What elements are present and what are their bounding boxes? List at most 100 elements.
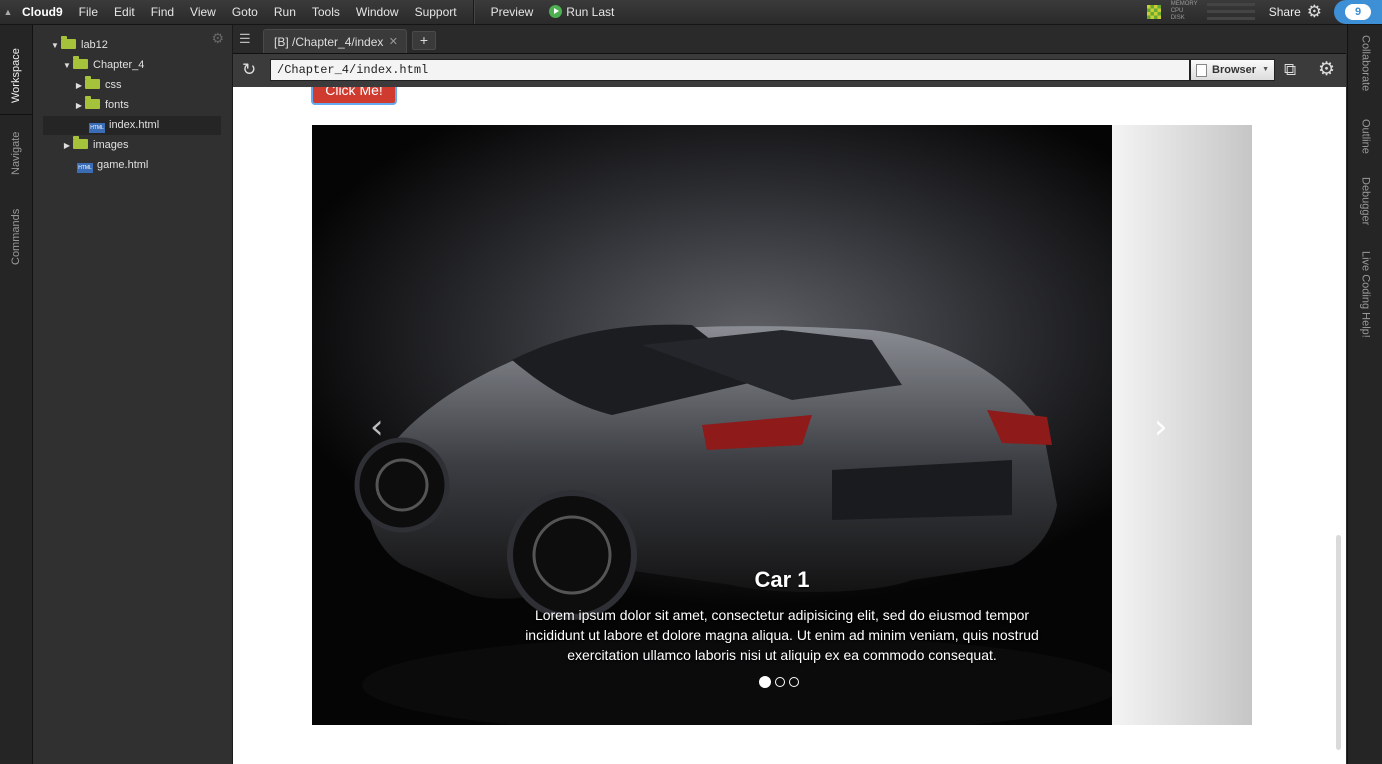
tree-item-label: game.html <box>97 159 149 171</box>
tab-browser-index[interactable]: [B] /Chapter_4/index ✕ <box>263 29 407 53</box>
carousel-indicator[interactable] <box>775 677 785 687</box>
carousel-indicator[interactable] <box>789 677 799 687</box>
run-last-label: Run Last <box>566 5 615 19</box>
meter-memory: MEMORY <box>1171 1 1261 8</box>
editor-pane: ☰ [B] /Chapter_4/index ✕ + ↻ /Chapter_4/… <box>233 25 1346 764</box>
tab-live-coding-help-label: Live Coding Help! <box>1359 251 1372 338</box>
tab-debugger-label: Debugger <box>1359 177 1372 226</box>
tab-commands[interactable]: Commands <box>0 185 32 265</box>
tree-item-label: images <box>93 139 129 151</box>
menu-edit[interactable]: Edit <box>106 0 143 24</box>
tab-outline[interactable]: Outline <box>1348 119 1382 154</box>
carousel-caption-text: Lorem ipsum dolor sit amet, consectetur … <box>525 607 1039 663</box>
menu-support[interactable]: Support <box>407 0 465 24</box>
browser-select-label: Browser <box>1212 64 1257 76</box>
carousel-indicator[interactable] <box>759 676 771 688</box>
meter-memory-label: MEMORY <box>1170 1 1198 7</box>
meter-cpu: CPU <box>1171 8 1261 15</box>
folder-icon <box>61 36 76 49</box>
menu-window[interactable]: Window <box>348 0 407 24</box>
browser-select[interactable]: Browser ▼ <box>1190 59 1275 81</box>
close-tab-icon[interactable]: ✕ <box>389 30 398 54</box>
html-file-icon: HTML <box>77 163 93 173</box>
meter-memory-bar <box>1206 3 1255 6</box>
page-scrollbar[interactable] <box>1336 535 1341 750</box>
tab-navigate-label: Navigate <box>10 131 22 175</box>
preview-page: Click Me! ‹ › Car 1 Lorem ipsum dolor si… <box>233 87 1346 764</box>
carousel-prev-icon[interactable]: ‹ <box>370 407 384 447</box>
preferences-gear-icon[interactable]: ⚙ <box>1307 2 1322 22</box>
folder-icon <box>73 136 88 149</box>
tree-item-css[interactable]: ▶ css <box>43 76 251 95</box>
meter-cpu-bar <box>1206 10 1255 13</box>
menu-bar: ▲ Cloud9 File Edit Find View Goto Run To… <box>0 0 1382 25</box>
collapsed-arrow-icon[interactable]: ▶ <box>73 96 85 115</box>
html-file-icon: HTML <box>89 123 105 133</box>
run-last-button[interactable]: Run Last <box>541 0 622 24</box>
folder-icon <box>73 56 88 69</box>
left-panel-tabs: Workspace Navigate Commands <box>0 25 33 764</box>
preview-button[interactable]: Preview <box>483 0 542 24</box>
reload-icon[interactable]: ↻ <box>242 60 256 80</box>
status-flag-icon[interactable] <box>1146 5 1161 19</box>
tab-list-menu-icon[interactable]: ☰ <box>239 31 251 47</box>
tree-item-lab12[interactable]: ▼ lab12 <box>43 36 227 55</box>
folder-icon <box>85 76 100 89</box>
carousel-caption-title: Car 1 <box>754 567 810 592</box>
meter-disk-label: DISK <box>1170 15 1185 21</box>
expanded-arrow-icon[interactable]: ▼ <box>49 36 61 55</box>
tab-debugger[interactable]: Debugger <box>1348 177 1382 225</box>
carousel-next-icon[interactable]: › <box>1154 407 1168 447</box>
collapsed-arrow-icon[interactable]: ▶ <box>73 76 85 95</box>
tab-outline-label: Outline <box>1359 119 1372 154</box>
folder-icon <box>85 96 100 109</box>
cloud9-account-button[interactable]: 9 <box>1334 0 1382 24</box>
tree-item-label: fonts <box>105 99 129 111</box>
tree-item-chapter4[interactable]: ▼ Chapter_4 <box>43 56 239 75</box>
resource-meters: MEMORY CPU DISK <box>1171 1 1261 23</box>
collapsed-arrow-icon[interactable]: ▶ <box>61 136 73 155</box>
share-button[interactable]: Share <box>1269 5 1301 19</box>
cloud-icon: 9 <box>1345 4 1371 20</box>
browser-settings-gear-icon[interactable]: ⚙ <box>1318 58 1335 81</box>
menu-right-area: MEMORY CPU DISK Share ⚙ 9 <box>1146 0 1382 24</box>
meter-disk: DISK <box>1171 15 1261 22</box>
tree-item-label: Chapter_4 <box>93 59 145 71</box>
tab-workspace-label: Workspace <box>10 48 22 103</box>
tree-item-fonts[interactable]: ▶ fonts <box>43 96 251 115</box>
tree-item-game-html[interactable]: HTML game.html <box>43 156 221 175</box>
right-panel-tabs: Collaborate Outline Debugger Live Coding… <box>1347 25 1382 764</box>
meter-disk-bar <box>1206 17 1255 20</box>
menu-goto[interactable]: Goto <box>224 0 266 24</box>
chevron-down-icon: ▼ <box>1262 66 1269 73</box>
tab-live-coding-help[interactable]: Live Coding Help! <box>1348 251 1382 338</box>
popout-window-icon[interactable]: ⧉ <box>1284 60 1296 80</box>
menu-run[interactable]: Run <box>266 0 304 24</box>
menu-view[interactable]: View <box>182 0 224 24</box>
menu-brand[interactable]: Cloud9 <box>16 0 71 24</box>
menu-find[interactable]: Find <box>143 0 182 24</box>
menu-tools[interactable]: Tools <box>304 0 348 24</box>
image-carousel: ‹ › Car 1 Lorem ipsum dolor sit amet, co… <box>312 125 1252 725</box>
tree-item-label: css <box>105 79 122 91</box>
tree-item-index-html[interactable]: HTML index.html <box>43 116 221 135</box>
url-input[interactable]: /Chapter_4/index.html <box>270 59 1190 81</box>
menu-divider <box>472 0 475 24</box>
file-tree: ⚙ ▼ lab12 ▼ Chapter_4 ▶ css ▶ fonts HTML inde… <box>33 25 233 764</box>
tab-navigate[interactable]: Navigate <box>0 115 32 175</box>
click-me-button[interactable]: Click Me! <box>311 87 397 105</box>
expanded-arrow-icon[interactable]: ▼ <box>61 56 73 75</box>
new-tab-button[interactable]: + <box>412 31 436 50</box>
menu-file[interactable]: File <box>71 0 106 24</box>
browser-address-bar: ↻ /Chapter_4/index.html Browser ▼ ⧉ ⚙ <box>233 54 1346 87</box>
tab-collaborate-label: Collaborate <box>1359 35 1372 92</box>
meter-cpu-label: CPU <box>1170 8 1184 14</box>
collapse-arrow-icon[interactable]: ▲ <box>0 7 16 17</box>
tree-item-label: index.html <box>109 119 160 131</box>
tree-item-images[interactable]: ▶ images <box>43 136 239 155</box>
tree-item-label: lab12 <box>81 39 108 51</box>
tab-workspace[interactable]: Workspace <box>0 31 32 115</box>
editor-tab-bar: ☰ [B] /Chapter_4/index ✕ + <box>233 25 1346 54</box>
tab-collaborate[interactable]: Collaborate <box>1348 35 1382 91</box>
carousel-indicators <box>759 676 799 688</box>
